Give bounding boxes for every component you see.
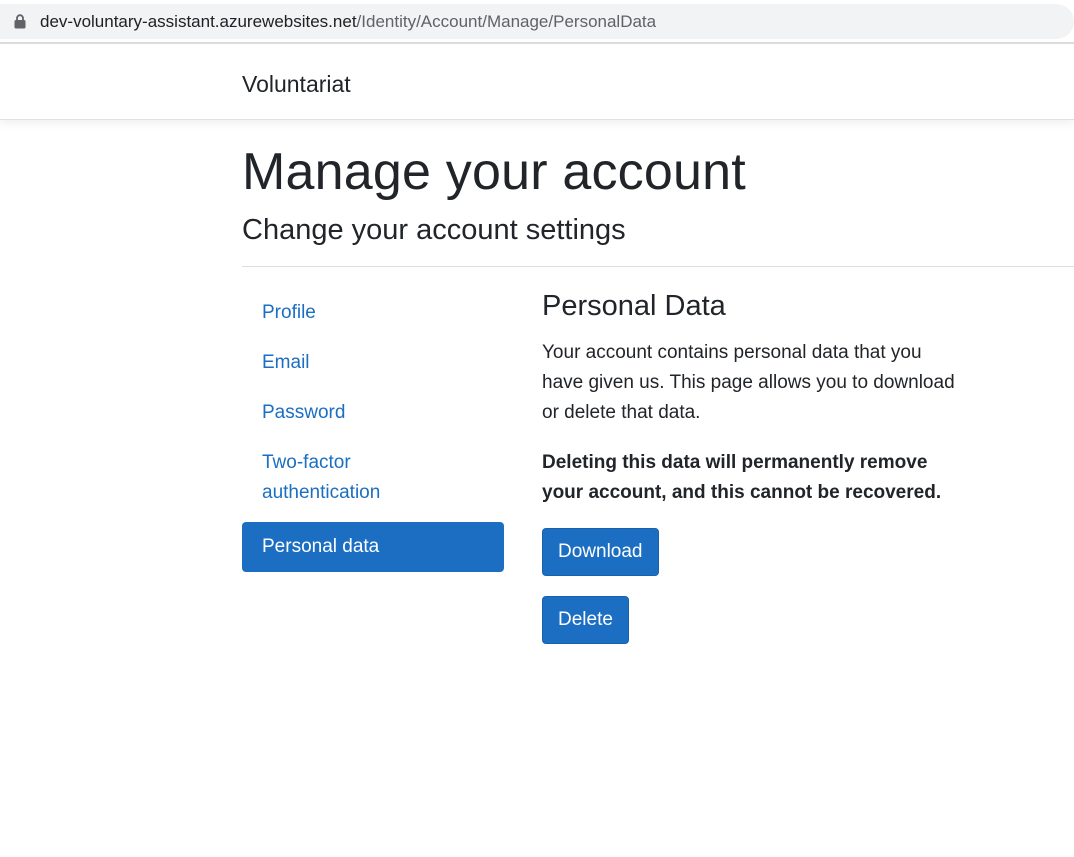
browser-address-bar: dev-voluntary-assistant.azurewebsites.ne… [0,0,1074,44]
nav-item-password[interactable]: Password [242,388,504,438]
url-text[interactable]: dev-voluntary-assistant.azurewebsites.ne… [40,12,656,32]
nav-item-two-factor-authentication[interactable]: Two-factor authentication [242,438,432,518]
page-title: Manage your account [242,143,746,201]
brand-link[interactable]: Voluntariat [242,70,351,98]
personal-data-description: Your account contains personal data that… [542,342,955,423]
page-subtitle: Change your account settings [242,214,626,246]
nav-item-email[interactable]: Email [242,338,504,388]
delete-button[interactable]: Delete [542,596,629,644]
nav-item-profile[interactable]: Profile [242,288,504,338]
omnibox[interactable]: dev-voluntary-assistant.azurewebsites.ne… [0,4,1074,39]
url-path: /Identity/Account/Manage/PersonalData [356,12,657,31]
section-title: Personal Data [542,290,726,322]
nav-item-personal-data[interactable]: Personal data [242,522,504,572]
download-button[interactable]: Download [542,528,659,576]
url-host: dev-voluntary-assistant.azurewebsites.ne… [40,12,357,31]
delete-warning: Deleting this data will permanently remo… [542,452,942,503]
personal-data-panel: Personal Data Your account contains pers… [542,288,972,664]
lock-icon[interactable] [14,14,26,29]
site-navbar: Voluntariat [0,46,1074,120]
divider [242,266,1074,267]
manage-nav: Profile Email Password Two-factor authen… [242,288,504,572]
